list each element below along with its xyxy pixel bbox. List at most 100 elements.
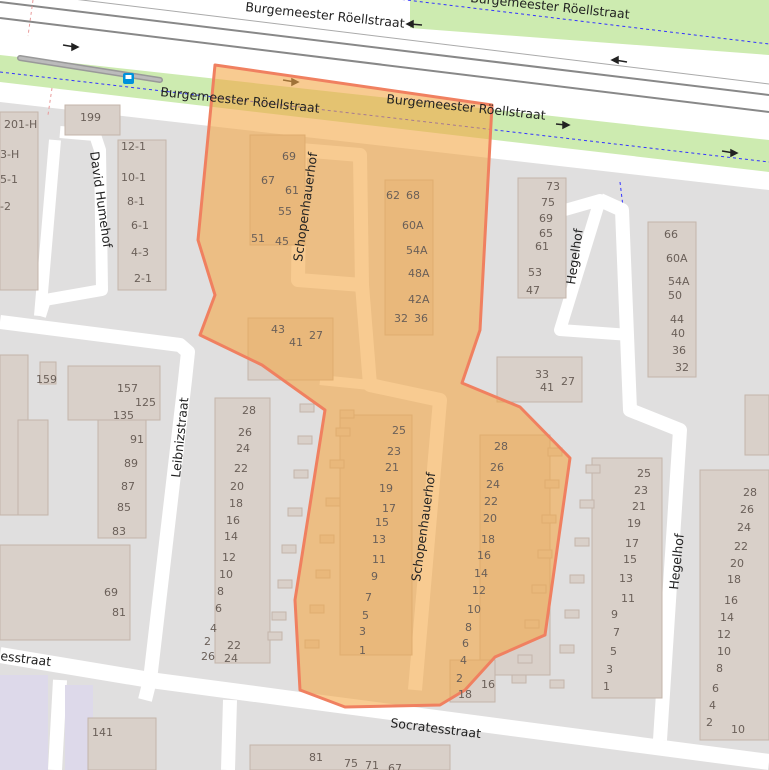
- house-number-label: 20: [483, 512, 497, 525]
- landuse-area: [0, 675, 48, 770]
- house-number-label: 22: [734, 540, 748, 553]
- house-number-label: 23: [387, 445, 401, 458]
- house-number-label: 24: [486, 478, 500, 491]
- house-number-label: 5: [362, 609, 369, 622]
- house-number-label: 10: [717, 645, 731, 658]
- house-number-label: 36: [414, 312, 428, 325]
- house-number-label: 33: [535, 368, 549, 381]
- house-number-label: 19: [379, 482, 393, 495]
- house-number-label: 45: [275, 235, 289, 248]
- house-number-label: 26: [490, 461, 504, 474]
- house-number-label: 20: [230, 480, 244, 493]
- house-number-label: 28: [743, 486, 757, 499]
- house-number-label: 12: [717, 628, 731, 641]
- house-number-label: 91: [130, 433, 144, 446]
- house-number-label: 159: [36, 373, 57, 386]
- house-number-label: 14: [720, 611, 734, 624]
- house-number-label: 81: [112, 606, 126, 619]
- house-number-label: 4: [709, 699, 716, 712]
- house-number-label: 6: [215, 602, 222, 615]
- house-number-label: 201-H: [4, 118, 37, 131]
- house-number-label: 44: [670, 313, 684, 326]
- house-number-label: 66: [664, 228, 678, 241]
- house-number-label: -2: [0, 200, 11, 213]
- house-number-label: 16: [226, 514, 240, 527]
- house-number-label: 42A: [408, 293, 430, 306]
- house-number-label: 24: [224, 652, 238, 665]
- house-number-label: 32: [394, 312, 408, 325]
- house-number-label: 26: [201, 650, 215, 663]
- house-number-label: 73: [546, 180, 560, 193]
- house-number-label: 8: [716, 662, 723, 675]
- house-number-label: 65: [539, 227, 553, 240]
- house-number-label: 18: [458, 688, 472, 701]
- house-number-label: 22: [234, 462, 248, 475]
- house-number-label: 21: [385, 461, 399, 474]
- house-number-label: 25: [392, 424, 406, 437]
- house-number-label: 10-1: [121, 171, 146, 184]
- house-number-label: 55: [278, 205, 292, 218]
- house-number-label: 12-1: [121, 140, 146, 153]
- house-number-label: 6-1: [131, 219, 149, 232]
- house-number-label: 25: [637, 467, 651, 480]
- house-number-label: 24: [236, 442, 250, 455]
- house-number-label: 28: [242, 404, 256, 417]
- house-number-label: 4: [210, 622, 217, 635]
- house-number-label: 26: [238, 426, 252, 439]
- house-number-label: 12: [472, 584, 486, 597]
- house-number-label: 54A: [406, 244, 428, 257]
- house-number-label: 1: [359, 644, 366, 657]
- house-number-label: 5-1: [0, 173, 18, 186]
- house-number-label: 4-3: [131, 246, 149, 259]
- house-number-label: 69: [282, 150, 296, 163]
- house-number-label: 85: [117, 501, 131, 514]
- house-number-label: 20: [730, 557, 744, 570]
- house-number-label: 11: [621, 592, 635, 605]
- house-number-label: 6: [462, 637, 469, 650]
- house-number-label: 41: [540, 381, 554, 394]
- house-number-label: 17: [382, 502, 396, 515]
- house-number-label: 16: [477, 549, 491, 562]
- house-number-label: 16: [481, 678, 495, 691]
- house-number-label: 61: [285, 184, 299, 197]
- house-number-label: 18: [481, 533, 495, 546]
- house-number-label: 60A: [666, 252, 688, 265]
- house-number-label: 135: [113, 409, 134, 422]
- house-number-label: 41: [289, 336, 303, 349]
- map-svg[interactable]: Burgemeester Röellstraat Burgemeester Rö…: [0, 0, 769, 770]
- house-number-label: 3-H: [0, 148, 19, 161]
- house-number-label: 67: [261, 174, 275, 187]
- house-number-label: 62: [386, 189, 400, 202]
- house-number-label: 50: [668, 289, 682, 302]
- house-number-label: 60A: [402, 219, 424, 232]
- house-number-label: 48A: [408, 267, 430, 280]
- house-number-label: 8: [217, 585, 224, 598]
- house-number-label: 36: [672, 344, 686, 357]
- house-number-label: 9: [371, 570, 378, 583]
- house-number-label: 7: [365, 591, 372, 604]
- house-number-label: 89: [124, 457, 138, 470]
- house-number-label: 61: [535, 240, 549, 253]
- house-number-label: 24: [737, 521, 751, 534]
- house-number-label: 9: [611, 608, 618, 621]
- house-number-label: 141: [92, 726, 113, 739]
- house-number-label: 5: [610, 645, 617, 658]
- house-number-label: 18: [727, 573, 741, 586]
- house-number-label: 199: [80, 111, 101, 124]
- house-number-label: 26: [740, 503, 754, 516]
- house-number-label: 68: [406, 189, 420, 202]
- house-number-label: 67: [388, 762, 402, 770]
- house-number-label: 3: [606, 663, 613, 676]
- bus-stop-icon[interactable]: [123, 73, 134, 84]
- house-number-label: 17: [625, 537, 639, 550]
- house-number-label: 4: [460, 654, 467, 667]
- house-number-label: 32: [675, 361, 689, 374]
- house-number-label: 15: [375, 516, 389, 529]
- house-number-label: 47: [526, 284, 540, 297]
- house-number-label: 83: [112, 525, 126, 538]
- map-canvas[interactable]: Burgemeester Röellstraat Burgemeester Rö…: [0, 0, 769, 770]
- house-number-label: 71: [365, 759, 379, 770]
- house-number-label: 6: [712, 682, 719, 695]
- house-number-label: 53: [528, 266, 542, 279]
- house-number-label: 16: [724, 594, 738, 607]
